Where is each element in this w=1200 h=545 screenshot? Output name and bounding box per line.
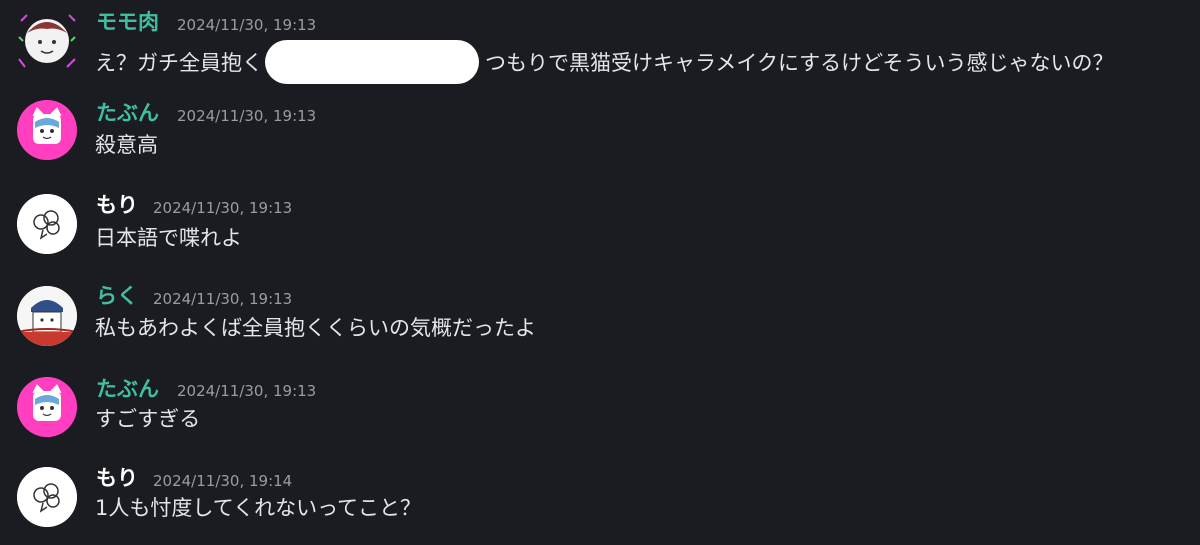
timestamp: 2024/11/30, 19:13 bbox=[177, 107, 317, 125]
message-item[interactable]: たぶん 2024/11/30, 19:13 すごすぎる bbox=[0, 368, 1200, 448]
message-text: 日本語で喋れよ bbox=[95, 226, 242, 250]
message-text: 殺意高 bbox=[95, 133, 158, 157]
timestamp: 2024/11/30, 19:13 bbox=[153, 290, 293, 308]
message-text: え？ガチ全員抱く つもりで黒猫受けキャラメイクにするけどそういう感じゃないの？ bbox=[95, 40, 1114, 86]
message-item[interactable]: もり 2024/11/30, 19:13 日本語で喋れよ bbox=[0, 187, 1200, 267]
momoniku-avatar[interactable] bbox=[17, 11, 77, 71]
raku-avatar[interactable] bbox=[17, 286, 77, 346]
redaction-block bbox=[265, 40, 479, 84]
message-text: すごすぎる bbox=[95, 407, 201, 431]
mori-avatar[interactable] bbox=[17, 467, 77, 527]
author-name[interactable]: たぶん bbox=[96, 377, 159, 401]
timestamp: 2024/11/30, 19:14 bbox=[153, 472, 293, 490]
message-text: 私もあわよくば全員抱くくらいの気概だったよ bbox=[95, 316, 536, 340]
message-item[interactable]: らく 2024/11/30, 19:13 私もあわよくば全員抱くくらいの気概だっ… bbox=[0, 278, 1200, 358]
author-name[interactable]: たぶん bbox=[96, 101, 159, 125]
message-text: 1人も忖度してくれないってこと？ bbox=[95, 496, 422, 520]
author-name[interactable]: もり bbox=[96, 466, 138, 490]
timestamp: 2024/11/30, 19:13 bbox=[153, 199, 293, 217]
message-item[interactable]: モモ肉 2024/11/30, 19:13 え？ガチ全員抱く つもりで黒猫受けキャ… bbox=[0, 4, 1200, 84]
author-name[interactable]: らく bbox=[96, 284, 138, 308]
message-text-after: つもりで黒猫受けキャラメイクにするけどそういう感じゃないの？ bbox=[485, 51, 1114, 75]
author-name[interactable]: もり bbox=[96, 193, 138, 217]
tabun-avatar[interactable] bbox=[17, 100, 77, 160]
timestamp: 2024/11/30, 19:13 bbox=[177, 16, 317, 34]
tabun-avatar[interactable] bbox=[17, 377, 77, 437]
author-name[interactable]: モモ肉 bbox=[96, 10, 159, 34]
mori-avatar[interactable] bbox=[17, 194, 77, 254]
timestamp: 2024/11/30, 19:13 bbox=[177, 382, 317, 400]
message-item[interactable]: たぶん 2024/11/30, 19:13 殺意高 bbox=[0, 95, 1200, 175]
message-text-before: え？ガチ全員抱く bbox=[95, 51, 263, 75]
message-item[interactable]: もり 2024/11/30, 19:14 1人も忖度してくれないってこと？ bbox=[0, 460, 1200, 540]
